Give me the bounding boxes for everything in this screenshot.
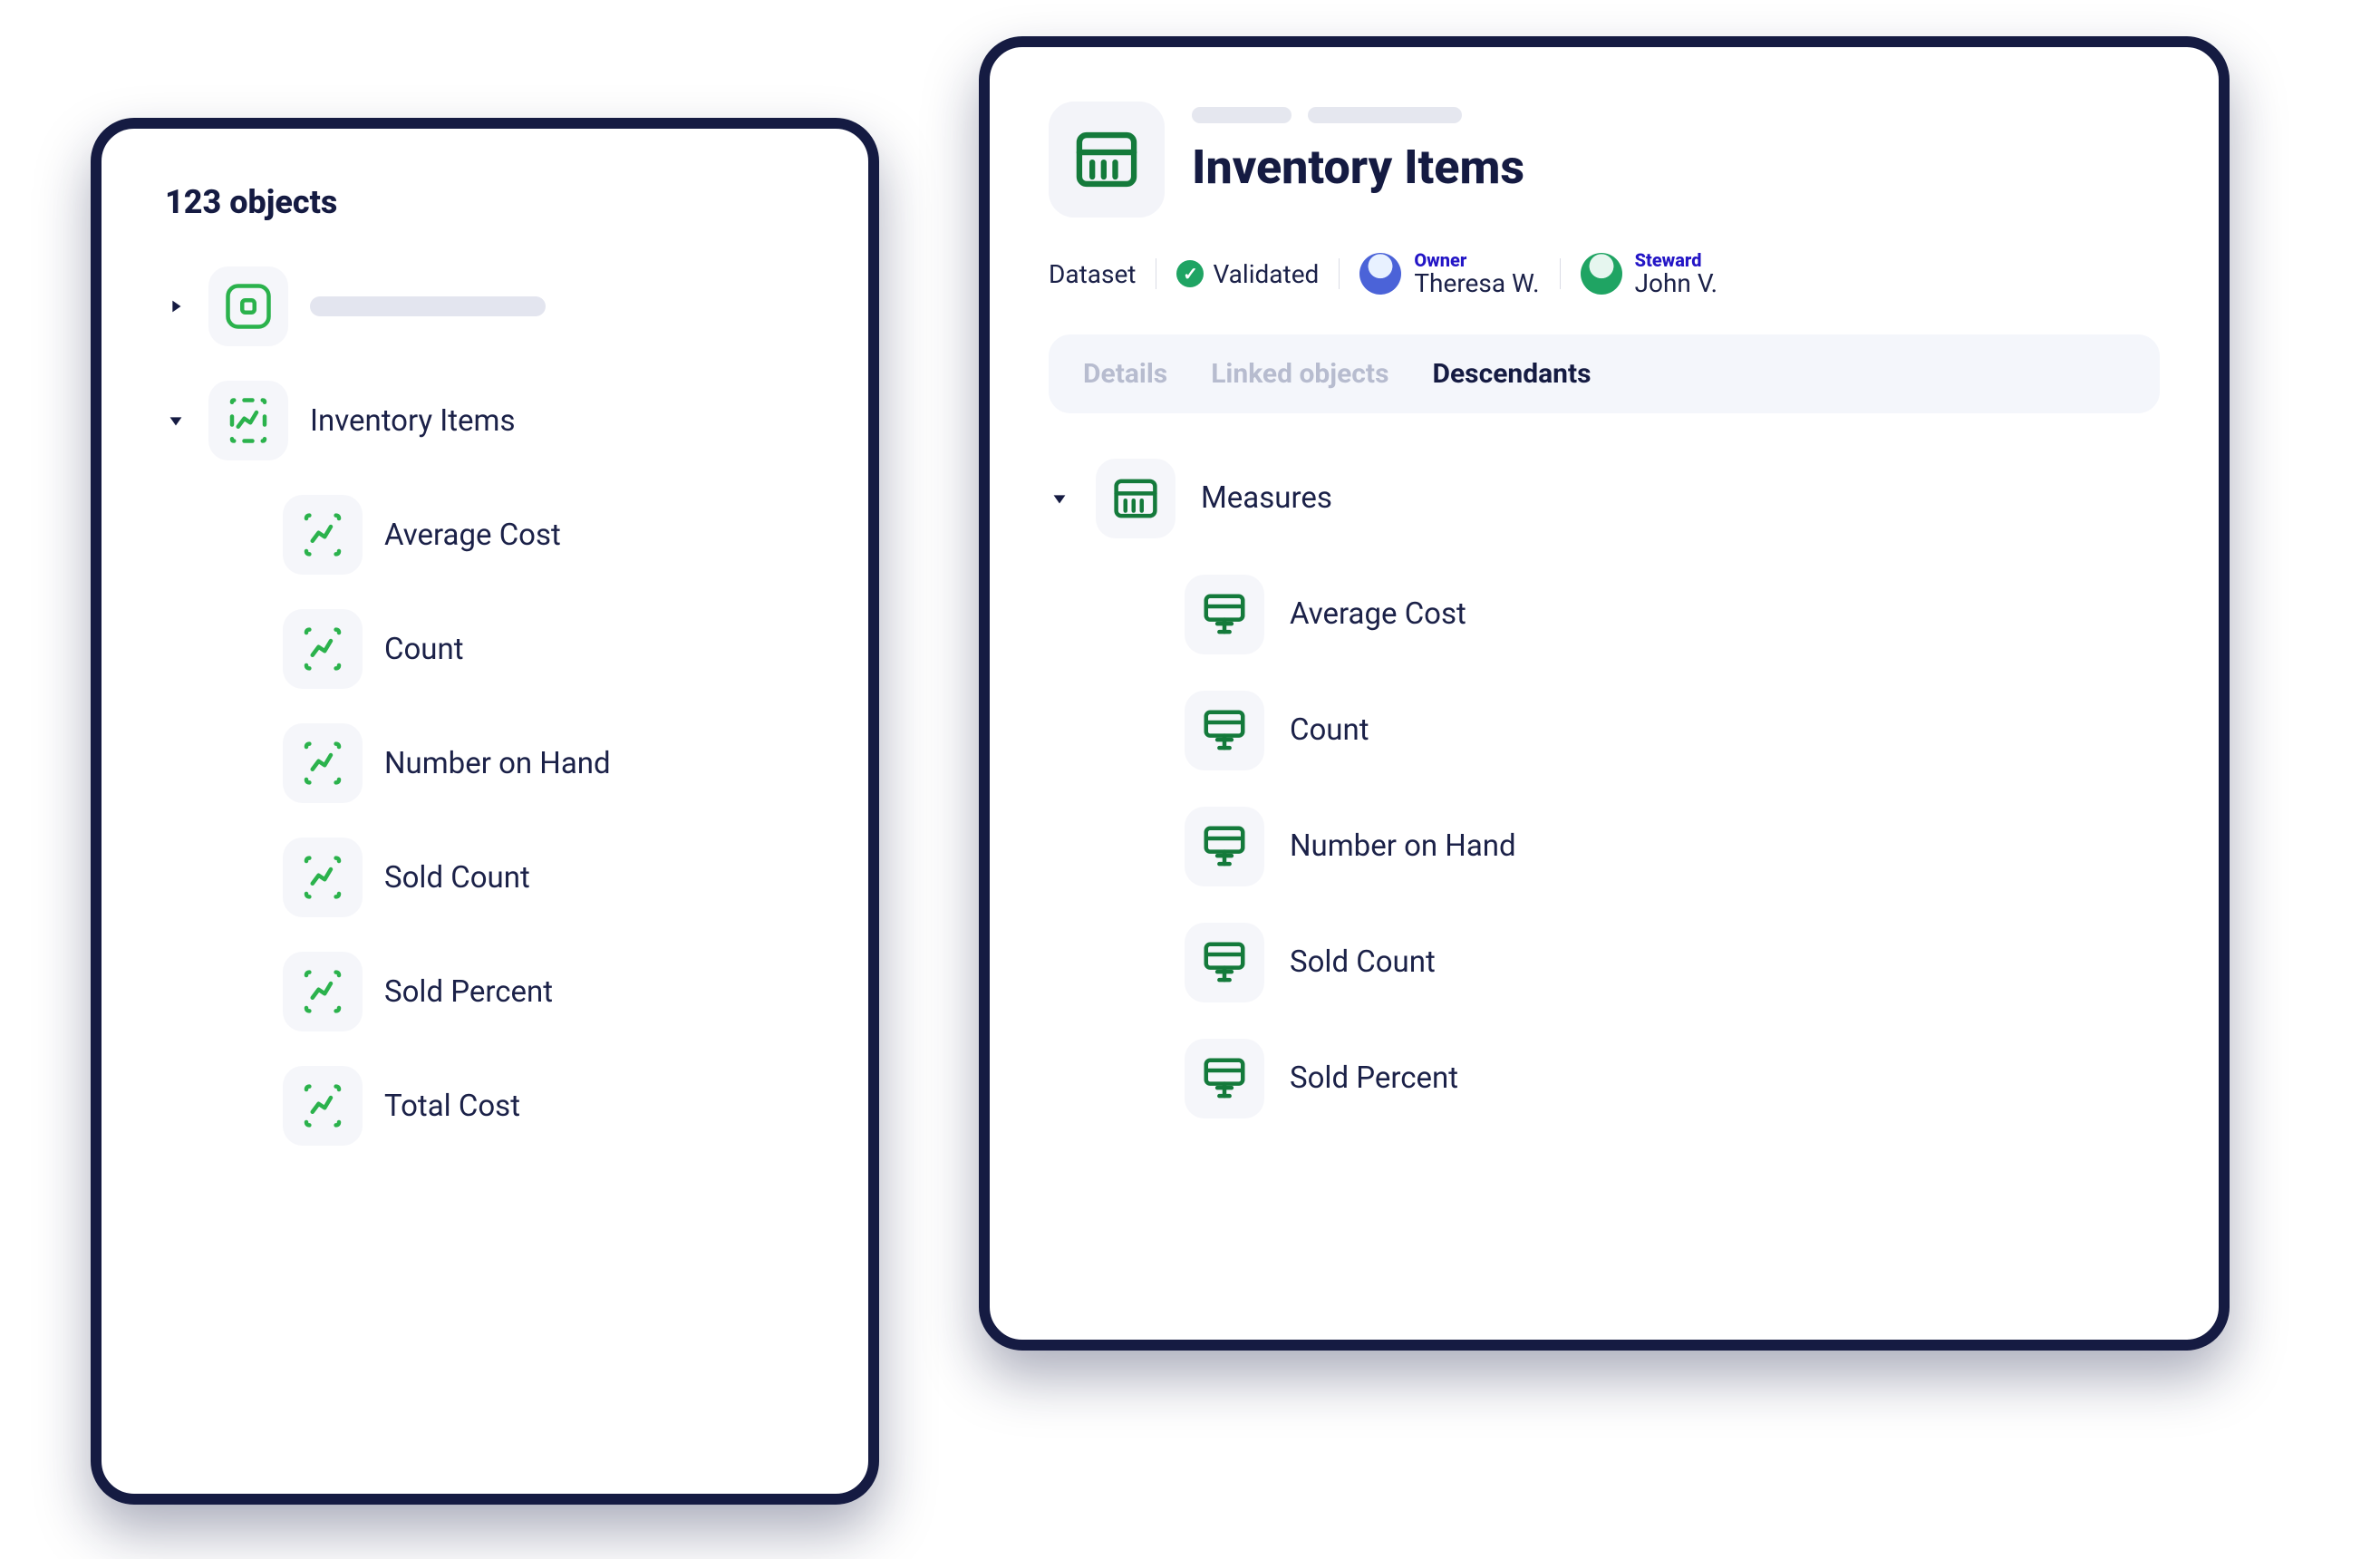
owner-name: Theresa W. [1414, 270, 1539, 298]
descendants-row-average-cost[interactable]: Average Cost [1185, 575, 2160, 654]
divider [1560, 258, 1561, 289]
caret-down-icon[interactable] [1049, 488, 1070, 509]
descendants-row-measures[interactable]: Measures [1049, 459, 2160, 538]
tree-item-label: Sold Count [384, 860, 530, 896]
breadcrumb-skeleton [1192, 107, 1524, 123]
descendants-row-sold-percent[interactable]: Sold Percent [1185, 1039, 2160, 1118]
objects-panel: 123 objects [91, 118, 879, 1505]
column-icon [1185, 807, 1264, 886]
measure-icon [283, 609, 363, 689]
column-icon [1185, 691, 1264, 770]
tree-row-average-cost[interactable]: Average Cost [283, 495, 805, 575]
steward-role: Steward [1635, 250, 1717, 270]
divider [1339, 258, 1340, 289]
tree-item-label: Number on Hand [384, 746, 611, 781]
avatar [1359, 253, 1401, 295]
tree-item-label: Sold Count [1290, 944, 1436, 980]
tree-item-label: Total Cost [384, 1089, 520, 1124]
tab-details[interactable]: Details [1083, 358, 1167, 390]
tree-row-sold-count[interactable]: Sold Count [283, 838, 805, 917]
tab-descendants[interactable]: Descendants [1432, 358, 1591, 390]
tree-item-label: Average Cost [384, 518, 561, 553]
measure-icon [283, 952, 363, 1031]
page-title: Inventory Items [1192, 140, 1524, 195]
placeholder [310, 296, 546, 316]
chart-dataset-icon [208, 381, 288, 460]
avatar [1581, 253, 1622, 295]
column-icon [1185, 923, 1264, 1002]
details-panel: Inventory Items Dataset ✓ Validated Owne… [979, 36, 2230, 1351]
meta-row: Dataset ✓ Validated Owner Theresa W. Ste… [1049, 250, 2160, 298]
measure-icon [283, 838, 363, 917]
panel-header: Inventory Items [1049, 102, 2160, 218]
caret-right-icon[interactable] [165, 295, 187, 317]
tab-linked-objects[interactable]: Linked objects [1211, 358, 1388, 390]
tree-row-total-cost[interactable]: Total Cost [283, 1066, 805, 1146]
tree-row-inventory-items[interactable]: Inventory Items [165, 381, 805, 460]
descendants-row-number-on-hand[interactable]: Number on Hand [1185, 807, 2160, 886]
steward-name: John V. [1635, 270, 1717, 298]
tree-item-label: Count [384, 632, 464, 667]
tree-item-label: Inventory Items [310, 403, 516, 439]
descendants-row-count[interactable]: Count [1185, 691, 2160, 770]
tree-row-count[interactable]: Count [283, 609, 805, 689]
column-icon [1185, 575, 1264, 654]
tree-item-label: Sold Percent [1290, 1060, 1458, 1096]
status-badge: ✓ Validated [1176, 259, 1319, 289]
descendants-row-sold-count[interactable]: Sold Count [1185, 923, 2160, 1002]
status-text: Validated [1213, 259, 1319, 289]
owner-role: Owner [1414, 250, 1539, 270]
tree-row-number-on-hand[interactable]: Number on Hand [283, 723, 805, 803]
table-icon [1096, 459, 1175, 538]
tree-row-sold-percent[interactable]: Sold Percent [283, 952, 805, 1031]
tree-item-label: Average Cost [1290, 596, 1466, 632]
steward[interactable]: Steward John V. [1581, 250, 1717, 298]
tree-item-label: Sold Percent [384, 974, 553, 1010]
dataset-icon [208, 266, 288, 346]
check-icon: ✓ [1176, 260, 1204, 287]
table-icon [1049, 102, 1165, 218]
objects-count: 123 objects [165, 183, 805, 221]
tree-row-collapsed[interactable] [165, 266, 805, 346]
column-icon [1185, 1039, 1264, 1118]
tabs: Details Linked objects Descendants [1049, 334, 2160, 413]
tree-item-label: Number on Hand [1290, 828, 1516, 864]
caret-down-icon[interactable] [165, 410, 187, 431]
measure-icon [283, 723, 363, 803]
owner[interactable]: Owner Theresa W. [1359, 250, 1539, 298]
measure-icon [283, 495, 363, 575]
object-type: Dataset [1049, 259, 1136, 289]
measure-icon [283, 1066, 363, 1146]
tree-item-label: Measures [1201, 480, 1332, 516]
tree-item-label: Count [1290, 712, 1369, 748]
